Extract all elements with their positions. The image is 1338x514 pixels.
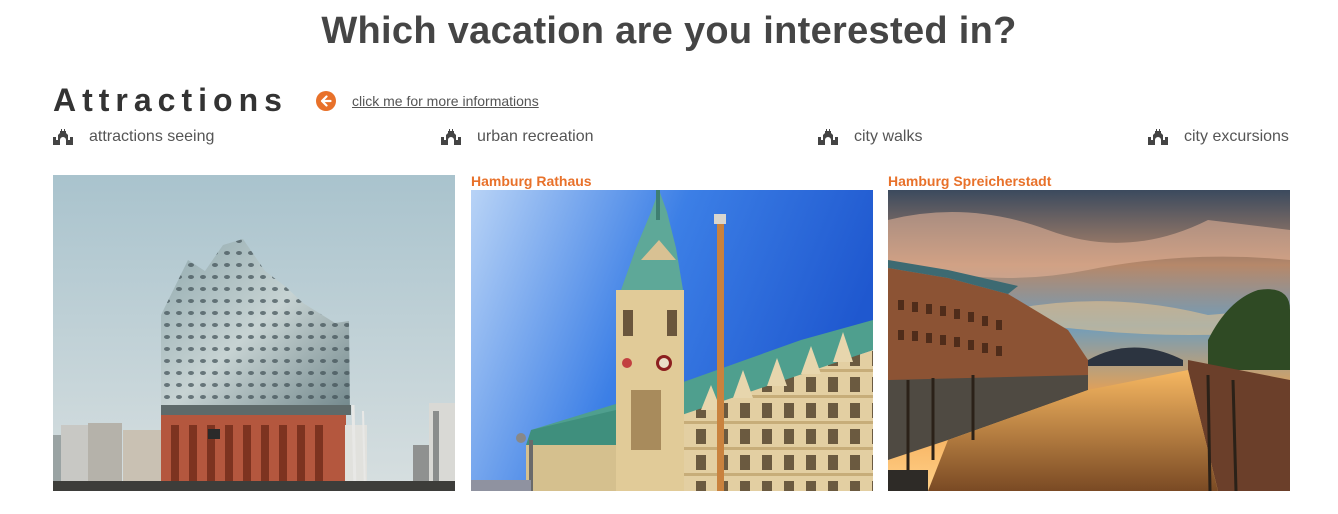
page-title: Which vacation are you interested in? [321, 10, 1017, 52]
elbphilharmonie-photo[interactable] [53, 175, 455, 491]
category-label: urban recreation [477, 128, 594, 145]
more-info-link[interactable]: click me for more informations [352, 93, 539, 109]
castle-icon [818, 129, 838, 145]
card-title[interactable]: Hamburg Spreicherstadt [888, 172, 1290, 190]
category-label: city walks [854, 128, 923, 145]
category-city-excursions[interactable]: city excursions [1148, 128, 1289, 146]
card-title[interactable]: Hamburg Rathaus [471, 172, 873, 190]
castle-icon [53, 129, 73, 145]
attraction-card[interactable]: Hamburg Spreicherstadt [888, 172, 1290, 491]
category-attractions-seeing[interactable]: attractions seeing [53, 128, 214, 146]
castle-icon [1148, 129, 1168, 145]
section-title: Attractions [53, 82, 288, 118]
attraction-card[interactable] [53, 175, 455, 491]
castle-icon [441, 129, 461, 145]
category-list: attractions seeing urban recreation city… [0, 128, 1338, 150]
rathaus-photo[interactable] [471, 190, 873, 491]
category-city-walks[interactable]: city walks [818, 128, 922, 146]
category-label: attractions seeing [89, 128, 215, 145]
arrow-left-icon[interactable] [316, 91, 336, 111]
attraction-card[interactable]: Hamburg Rathaus [471, 172, 873, 491]
speicherstadt-photo[interactable] [888, 190, 1290, 491]
category-urban-recreation[interactable]: urban recreation [441, 128, 594, 146]
info-link-group[interactable]: click me for more informations [316, 90, 539, 112]
category-label: city excursions [1184, 128, 1289, 145]
